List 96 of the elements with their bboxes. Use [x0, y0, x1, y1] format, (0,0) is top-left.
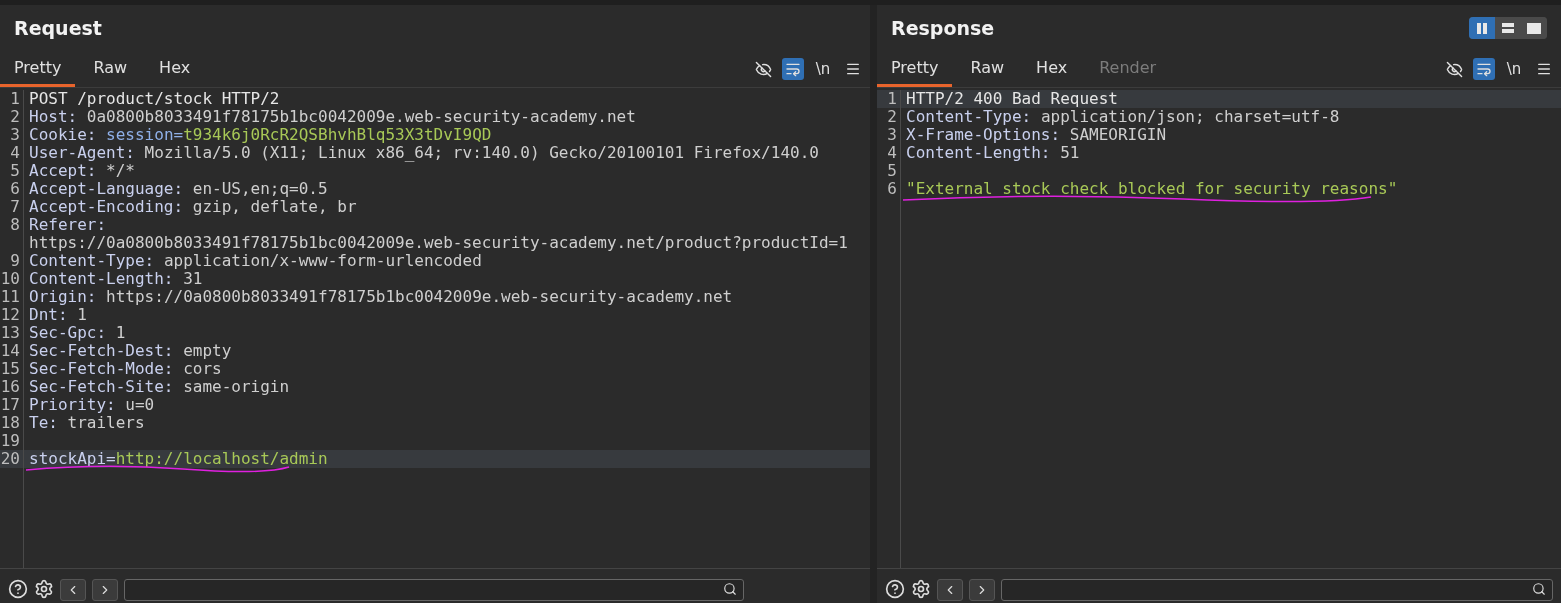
- header-name: Te:: [29, 413, 58, 432]
- help-icon[interactable]: [885, 579, 905, 599]
- header-value: 1: [115, 323, 126, 342]
- header-name: Accept-Language:: [29, 179, 184, 198]
- cookie-value: t934k6j0RcR2QSBhvhBlq53X3tDvI9QD: [183, 125, 492, 144]
- wrap-text-icon[interactable]: [1473, 58, 1495, 80]
- view-tab[interactable]: Raw: [956, 51, 1019, 87]
- header-value: trailers: [67, 413, 145, 432]
- header-value: https://0a0800b8033491f78175b1bc0042009e.web-security-academy.net/product?productId=1: [29, 233, 848, 252]
- code-text: HTTP/2 400 Bad Request: [906, 89, 1118, 108]
- header-name: Cookie:: [29, 125, 97, 144]
- line-number: 18: [0, 414, 24, 432]
- string-value: "External stock check blocked for security reasons": [906, 179, 1398, 198]
- cookie-name: session=: [106, 125, 184, 144]
- header-value: https://0a0800b8033491f78175b1bc0042009e.web-security-academy.net: [106, 287, 733, 306]
- line-number: 3: [877, 126, 901, 144]
- header-value: cors: [183, 359, 222, 378]
- view-tab[interactable]: Pretty: [0, 51, 76, 87]
- line-number: 6: [877, 180, 901, 198]
- header-value: en-US,en;q=0.5: [192, 179, 328, 198]
- header-name: Origin:: [29, 287, 97, 306]
- line-number: 12: [0, 306, 24, 324]
- next-button[interactable]: [969, 579, 995, 601]
- line-number: 20: [0, 450, 24, 468]
- search-icon: [723, 582, 737, 596]
- header-name: Accept:: [29, 161, 97, 180]
- view-tab[interactable]: Hex: [145, 51, 205, 87]
- line-number: 10: [0, 270, 24, 288]
- next-button[interactable]: [92, 579, 118, 601]
- line-number: 3: [0, 126, 24, 144]
- header-value: 0a0800b8033491f78175b1bc0042009e.web-security-academy.net: [86, 107, 636, 126]
- header-name: Sec-Gpc:: [29, 323, 107, 342]
- newline-toggle[interactable]: \n: [1503, 58, 1525, 80]
- settings-icon[interactable]: [911, 579, 931, 599]
- search-icon: [1532, 582, 1546, 596]
- line-number: 16: [0, 378, 24, 396]
- header-name: X-Frame-Options:: [906, 125, 1061, 144]
- header-name: Content-Type:: [906, 107, 1032, 126]
- header-name: Content-Length:: [906, 143, 1051, 162]
- line-number: 17: [0, 396, 24, 414]
- header-value: 1: [77, 305, 87, 324]
- pane-title: Request: [14, 17, 102, 39]
- header-name: Sec-Fetch-Mode:: [29, 359, 174, 378]
- code-text: POST /product/stock HTTP/2: [29, 89, 280, 108]
- header-value: Mozilla/5.0 (X11; Linux x86_64; rv:140.0) Gecko/20100101 Firefox/140.0: [144, 143, 819, 162]
- line-number: 4: [877, 144, 901, 162]
- search-field[interactable]: [1001, 579, 1553, 601]
- search-field[interactable]: [124, 579, 744, 601]
- header-name: Sec-Fetch-Site:: [29, 377, 174, 396]
- line-number: 1: [877, 90, 901, 108]
- previous-button[interactable]: [60, 579, 86, 601]
- line-number: 1: [0, 90, 24, 108]
- header-name: Accept-Encoding:: [29, 197, 184, 216]
- view-tab[interactable]: Pretty: [877, 51, 953, 87]
- header-value: SAMEORIGIN: [1069, 125, 1167, 144]
- param-value: http://localhost/admin: [115, 449, 328, 468]
- line-number: 15: [0, 360, 24, 378]
- line-number: 14: [0, 342, 24, 360]
- header-value: same-origin: [183, 377, 290, 396]
- header-name: Referer:: [29, 215, 107, 234]
- header-value: gzip, deflate, br: [192, 197, 357, 216]
- param-name: stockApi=: [29, 449, 116, 468]
- header-value: u=0: [125, 395, 155, 414]
- header-name: Dnt:: [29, 305, 68, 324]
- wrap-text-icon[interactable]: [782, 58, 804, 80]
- line-number: 7: [0, 198, 24, 216]
- header-value: application/x-www-form-urlencoded: [163, 251, 482, 270]
- line-number: 13: [0, 324, 24, 342]
- layout-toggle-button[interactable]: [1469, 17, 1495, 39]
- help-icon[interactable]: [8, 579, 28, 599]
- view-tab[interactable]: Raw: [79, 51, 142, 87]
- header-value: application/json; charset=utf-8: [1040, 107, 1340, 126]
- header-name: Priority:: [29, 395, 116, 414]
- line-number: 2: [0, 108, 24, 126]
- header-value: 31: [183, 269, 203, 288]
- settings-icon[interactable]: [34, 579, 54, 599]
- header-name: Content-Type:: [29, 251, 155, 270]
- line-number: 6: [0, 180, 24, 198]
- header-value: */*: [106, 161, 135, 180]
- pane-title: Response: [891, 17, 995, 39]
- header-value: empty: [183, 341, 232, 360]
- line-number: 5: [0, 162, 24, 180]
- line-number: 5: [877, 162, 901, 180]
- previous-button[interactable]: [937, 579, 963, 601]
- header-name: Sec-Fetch-Dest:: [29, 341, 174, 360]
- header-name: Host:: [29, 107, 78, 126]
- line-number: 4: [0, 144, 24, 162]
- view-tab[interactable]: Hex: [1022, 51, 1082, 87]
- header-value: 51: [1060, 143, 1080, 162]
- line-number: 8: [0, 216, 24, 252]
- header-name: User-Agent:: [29, 143, 135, 162]
- line-number: 2: [877, 108, 901, 126]
- header-name: Content-Length:: [29, 269, 174, 288]
- line-number: 9: [0, 252, 24, 270]
- newline-toggle[interactable]: \n: [812, 58, 834, 80]
- line-number: 11: [0, 288, 24, 306]
